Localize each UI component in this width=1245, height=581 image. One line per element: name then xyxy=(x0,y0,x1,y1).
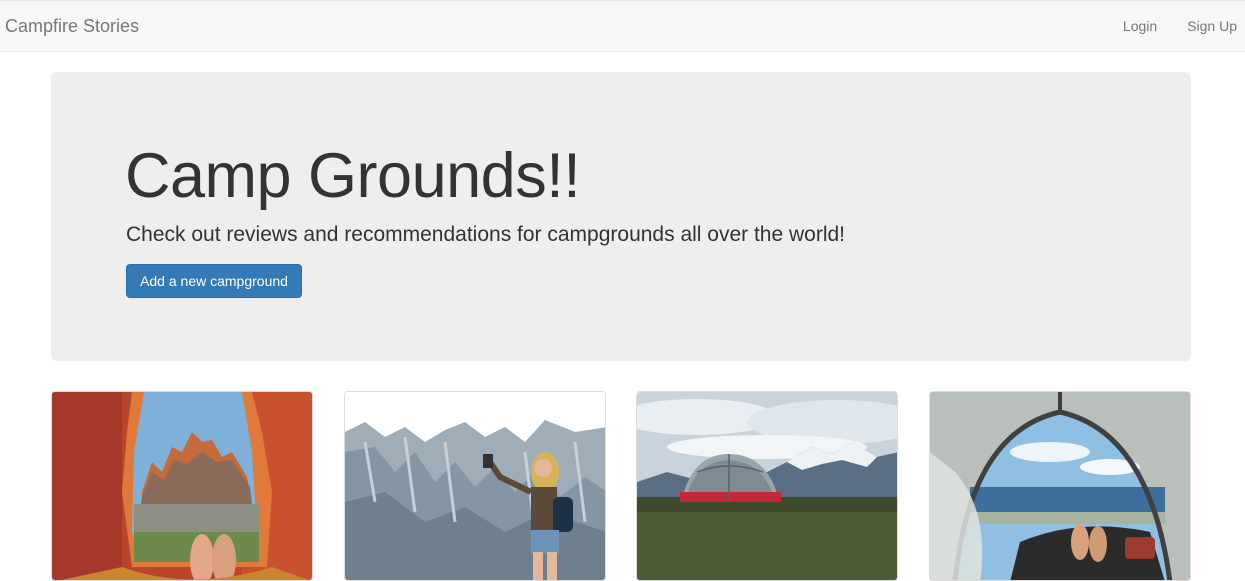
campground-card[interactable] xyxy=(636,391,898,581)
page-title: Camp Grounds!! xyxy=(125,141,581,211)
campground-image xyxy=(637,392,897,580)
campground-card[interactable] xyxy=(51,391,313,581)
navbar: Campfire Stories Login Sign Up xyxy=(0,0,1245,52)
campground-image xyxy=(345,392,605,580)
login-link[interactable]: Login xyxy=(1123,18,1157,34)
add-campground-button[interactable]: Add a new campground xyxy=(126,264,302,298)
signup-link[interactable]: Sign Up xyxy=(1187,18,1237,34)
page-subtitle: Check out reviews and recommendations fo… xyxy=(126,223,846,246)
campground-card[interactable] xyxy=(929,391,1191,581)
brand-link[interactable]: Campfire Stories xyxy=(5,16,139,37)
campground-card[interactable] xyxy=(344,391,606,581)
campground-image xyxy=(930,392,1190,580)
nav-right: Login Sign Up xyxy=(1123,18,1237,34)
jumbotron: Camp Grounds!! Check out reviews and rec… xyxy=(51,72,1191,361)
campground-image xyxy=(52,392,312,580)
